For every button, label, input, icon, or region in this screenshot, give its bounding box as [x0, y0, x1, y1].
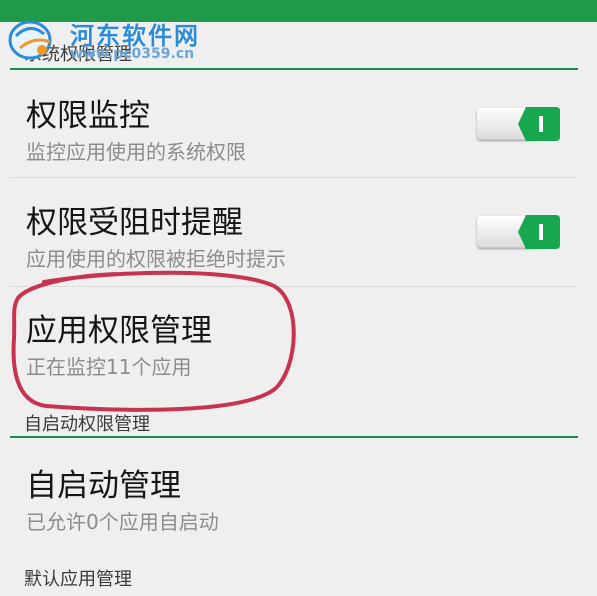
section-divider	[10, 436, 578, 438]
blocked-reminder-toggle[interactable]	[477, 212, 560, 252]
item-title: 应用权限管理	[26, 313, 212, 349]
item-title: 权限受阻时提醒	[26, 205, 243, 241]
section-divider	[10, 68, 578, 70]
row-divider	[10, 286, 578, 287]
permission-monitor-toggle[interactable]	[477, 104, 560, 144]
item-subtitle: 应用使用的权限被拒绝时提示	[26, 247, 286, 271]
item-title: 自启动管理	[26, 468, 181, 504]
section-header-default-apps: 默认应用管理	[24, 569, 132, 590]
toggle-on-knob-icon	[518, 107, 560, 141]
item-subtitle: 监控应用使用的系统权限	[26, 140, 246, 164]
item-title: 权限监控	[26, 98, 150, 134]
watermark-logo-icon	[8, 20, 52, 60]
item-subtitle: 已允许0个应用自启动	[26, 510, 219, 534]
toggle-on-knob-icon	[518, 215, 560, 249]
row-divider	[10, 177, 578, 178]
section-header-autostart-permissions: 自启动权限管理	[24, 414, 150, 435]
watermark-url: www.pc0359.cn	[70, 46, 195, 62]
watermark: 河东软件网 www.pc0359.cn	[6, 6, 226, 66]
item-subtitle: 正在监控11个应用	[26, 355, 192, 379]
